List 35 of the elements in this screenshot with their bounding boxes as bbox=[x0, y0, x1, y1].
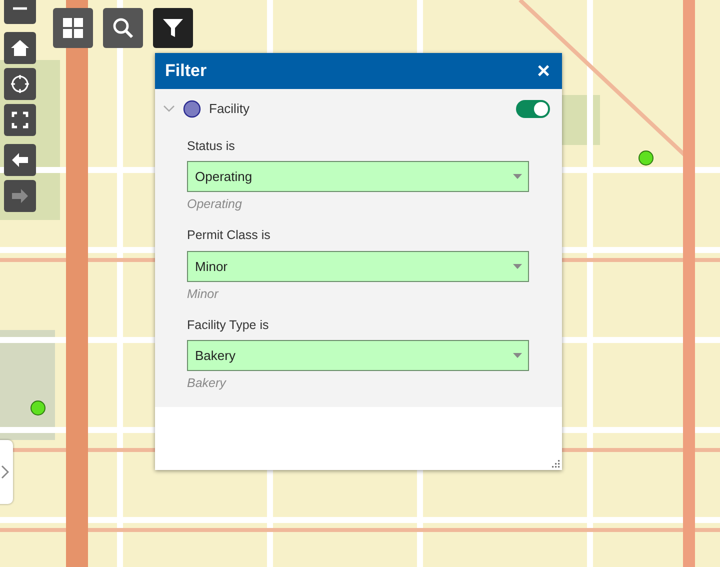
grid-icon bbox=[61, 16, 85, 40]
filter-hint: Minor bbox=[187, 286, 220, 303]
filter-dropdown[interactable]: Bakery bbox=[187, 340, 529, 372]
filter-label: Facility Type is bbox=[187, 316, 270, 334]
caret-icon bbox=[513, 264, 522, 269]
layer-toggle[interactable] bbox=[516, 100, 550, 118]
search-button[interactable] bbox=[103, 8, 143, 48]
chevron-right-icon bbox=[0, 465, 8, 479]
filter-hint: Bakery bbox=[187, 375, 228, 392]
filter-hint: Operating bbox=[187, 196, 243, 214]
filter-dropdown[interactable]: Minor bbox=[187, 250, 529, 282]
filter-button[interactable] bbox=[153, 8, 193, 48]
filter-icon bbox=[161, 16, 185, 40]
locate-button[interactable] bbox=[4, 68, 36, 100]
caret-icon bbox=[513, 353, 522, 358]
extent-button[interactable] bbox=[4, 104, 36, 136]
filter-dropdown[interactable]: Operating bbox=[187, 161, 529, 192]
home-button[interactable] bbox=[4, 32, 36, 64]
home-icon bbox=[10, 38, 30, 58]
panel-toggle[interactable] bbox=[0, 440, 13, 504]
close-button[interactable]: × bbox=[537, 60, 550, 82]
caret-icon bbox=[513, 174, 522, 180]
zoom-out-button[interactable] bbox=[4, 0, 36, 24]
minus-icon bbox=[13, 6, 27, 10]
gallery-button[interactable] bbox=[53, 8, 93, 48]
locate-icon bbox=[10, 74, 30, 94]
filter-label: Permit Class is bbox=[187, 227, 272, 244]
fullscreen-icon bbox=[10, 110, 30, 130]
search-icon bbox=[111, 16, 135, 40]
layer-name: Facility bbox=[209, 100, 250, 118]
resize-grip-icon[interactable] bbox=[551, 459, 560, 468]
arrow-right-icon bbox=[10, 186, 30, 206]
back-button[interactable] bbox=[4, 144, 36, 176]
filter-label: Status is bbox=[187, 138, 236, 154]
panel-title: Filter bbox=[165, 60, 207, 82]
